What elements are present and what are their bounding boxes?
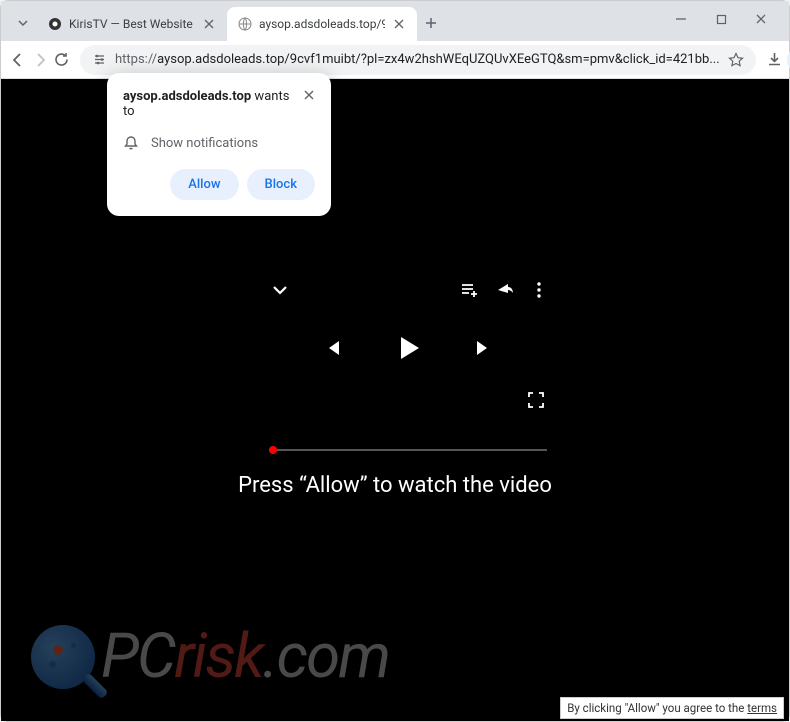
- forward-button[interactable]: [31, 44, 49, 76]
- video-progress-bar[interactable]: [269, 449, 547, 451]
- page-instruction-text: Press “Allow” to watch the video: [1, 473, 789, 498]
- globe-icon: [237, 16, 253, 32]
- close-icon[interactable]: [303, 89, 315, 101]
- bookmark-star-icon[interactable]: [728, 52, 744, 68]
- close-window-button[interactable]: [741, 5, 781, 33]
- close-icon[interactable]: [391, 16, 407, 32]
- notification-permission-prompt: aysop.adsdoleads.top wants to Show notif…: [107, 73, 331, 216]
- browser-tab-active[interactable]: aysop.adsdoleads.top/9cvf1mu: [227, 7, 417, 41]
- tab-title: aysop.adsdoleads.top/9cvf1mu: [259, 17, 385, 31]
- watermark-logo: PCrisk.com: [31, 620, 389, 693]
- play-icon[interactable]: [391, 331, 425, 365]
- bell-icon: [123, 135, 139, 151]
- window-controls: [661, 5, 781, 33]
- minimize-button[interactable]: [661, 5, 701, 33]
- allow-button[interactable]: Allow: [170, 169, 238, 200]
- avatar-icon: [787, 46, 790, 74]
- skip-next-icon[interactable]: [473, 337, 495, 359]
- new-tab-button[interactable]: [417, 9, 445, 37]
- address-bar[interactable]: https://aysop.adsdoleads.top/9cvf1muibt/…: [80, 45, 756, 75]
- disclaimer-bar: By clicking "Allow" you agree to the ter…: [560, 697, 784, 719]
- tab-title: KirisTV — Best Website To Dow: [69, 17, 195, 31]
- notification-permission-label: Show notifications: [151, 136, 258, 151]
- fake-video-player: [263, 275, 553, 451]
- terms-link[interactable]: terms: [747, 701, 777, 715]
- reload-button[interactable]: [53, 44, 70, 76]
- browser-titlebar: KirisTV — Best Website To Dow aysop.adsd…: [1, 1, 789, 41]
- maximize-button[interactable]: [701, 5, 741, 33]
- share-icon[interactable]: [495, 280, 515, 300]
- back-button[interactable]: [9, 44, 27, 76]
- progress-thumb[interactable]: [269, 446, 277, 454]
- downloads-icon[interactable]: [766, 44, 783, 76]
- fullscreen-icon[interactable]: [527, 391, 545, 409]
- playlist-add-icon[interactable]: [459, 280, 479, 300]
- close-icon[interactable]: [201, 16, 217, 32]
- block-button[interactable]: Block: [247, 169, 315, 200]
- browser-tab-inactive[interactable]: KirisTV — Best Website To Dow: [37, 7, 227, 41]
- tab-favicon: [47, 16, 63, 32]
- notification-prompt-title: aysop.adsdoleads.top wants to: [123, 89, 303, 119]
- more-vert-icon[interactable]: [531, 280, 547, 300]
- url-text: https://aysop.adsdoleads.top/9cvf1muibt/…: [115, 52, 720, 67]
- site-settings-icon[interactable]: [92, 52, 107, 67]
- tab-search-dropdown[interactable]: [9, 9, 37, 37]
- chevron-down-icon[interactable]: [269, 279, 291, 301]
- skip-previous-icon[interactable]: [321, 337, 343, 359]
- profile-button[interactable]: [787, 44, 790, 76]
